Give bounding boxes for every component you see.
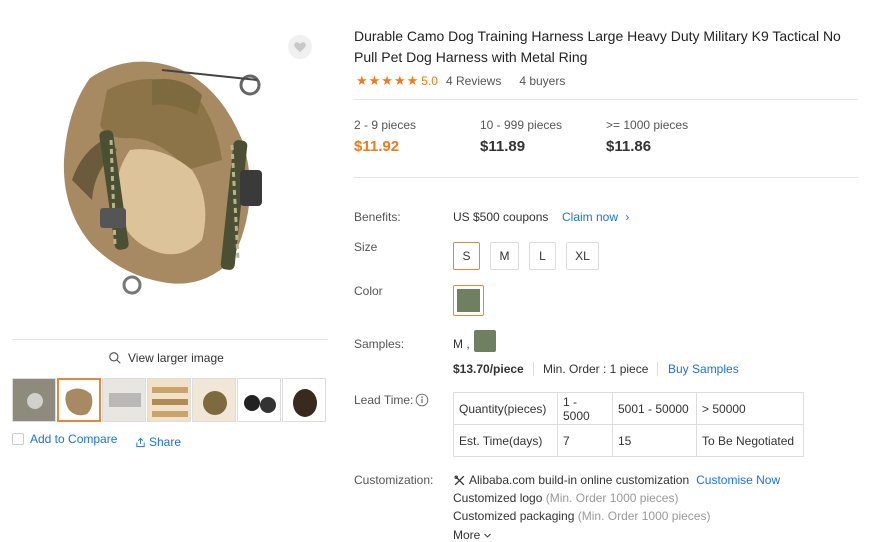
separator xyxy=(657,362,658,376)
more-label: More xyxy=(453,528,481,542)
thumbnail-strip xyxy=(12,378,326,422)
rating-row: ★★★★★ 5.0 4 Reviews 4 buyers xyxy=(356,73,565,89)
lead-time-label-wrap: Lead Time: xyxy=(354,393,429,407)
share-button[interactable]: Share xyxy=(135,435,181,449)
claim-now-link[interactable]: Claim now › xyxy=(562,210,629,224)
add-to-compare[interactable]: Add to Compare xyxy=(12,432,117,446)
thumbnail-5[interactable] xyxy=(192,378,236,422)
reviews-link[interactable]: 4 Reviews xyxy=(446,74,501,88)
online-customization-text: Alibaba.com build-in online customizatio… xyxy=(469,473,690,487)
color-swatch xyxy=(457,289,480,312)
chevron-right-icon: › xyxy=(625,210,630,224)
thumbnail-6[interactable] xyxy=(237,378,281,422)
table-row: Est. Time(days) 7 15 To Be Negotiated xyxy=(453,424,804,457)
rating-value: 5.0 xyxy=(421,74,438,88)
table-cell: 7 xyxy=(557,424,613,457)
share-label: Share xyxy=(149,435,182,449)
sample-selection: M , xyxy=(453,337,470,351)
color-label: Color xyxy=(354,284,383,298)
product-title: Durable Camo Dog Training Harness Large … xyxy=(354,28,841,65)
price-tier-range: >= 1000 pieces xyxy=(606,118,689,132)
color-option-green[interactable] xyxy=(453,285,484,316)
claim-now-label: Claim now xyxy=(562,210,619,224)
view-larger-label: View larger image xyxy=(128,351,224,365)
magnifier-icon xyxy=(109,352,121,364)
thumbnail-2[interactable] xyxy=(57,378,101,422)
table-cell: 15 xyxy=(612,424,697,457)
online-customization-row: Alibaba.com build-in online customizatio… xyxy=(453,473,780,487)
lead-time-table: Quantity(pieces) 1 - 5000 5001 - 50000 >… xyxy=(453,392,804,457)
customized-logo-min: (Min. Order 1000 pieces) xyxy=(545,491,679,505)
sample-price: $13.70/piece xyxy=(453,362,524,376)
size-option-s[interactable]: S xyxy=(453,242,480,270)
buyers-count: 4 buyers xyxy=(519,74,566,88)
table-cell: 1 - 5000 xyxy=(557,392,613,425)
price-tier-price: $11.92 xyxy=(354,138,400,155)
table-cell: Quantity(pieces) xyxy=(453,392,558,425)
price-tier-range: 2 - 9 pieces xyxy=(354,118,417,132)
thumbnail-7[interactable] xyxy=(282,378,326,422)
view-larger-image-link[interactable]: View larger image xyxy=(108,351,224,365)
customized-logo-text: Customized logo xyxy=(453,491,543,505)
thumbnail-4[interactable] xyxy=(147,378,191,422)
heart-icon xyxy=(294,42,306,53)
table-cell: Est. Time(days) xyxy=(453,424,558,457)
customized-packaging-text: Customized packaging xyxy=(453,509,575,523)
thumbnail-1[interactable] xyxy=(12,378,56,422)
table-cell: To Be Negotiated xyxy=(696,424,804,457)
table-row: Quantity(pieces) 1 - 5000 5001 - 50000 >… xyxy=(453,392,804,425)
favorite-heart-button[interactable] xyxy=(288,35,312,59)
main-product-image[interactable] xyxy=(12,20,328,340)
size-label: Size xyxy=(354,240,378,254)
table-cell: > 50000 xyxy=(696,392,804,425)
star-rating-icon: ★★★★★ xyxy=(356,73,420,88)
sample-color-swatch xyxy=(474,330,496,352)
price-tier-range: 10 - 999 pieces xyxy=(480,118,563,132)
samples-label: Samples: xyxy=(354,337,405,351)
compare-checkbox[interactable] xyxy=(12,433,24,445)
divider xyxy=(354,99,858,100)
benefits-label: Benefits: xyxy=(354,210,401,224)
compare-label: Add to Compare xyxy=(30,432,118,446)
separator xyxy=(533,362,534,376)
buy-samples-link[interactable]: Buy Samples xyxy=(668,362,739,376)
share-icon xyxy=(136,437,145,447)
lead-time-label: Lead Time: xyxy=(354,393,414,407)
price-tier-price: $11.86 xyxy=(606,138,652,155)
size-option-xl[interactable]: XL xyxy=(566,242,599,270)
customize-tools-icon xyxy=(454,474,465,485)
divider xyxy=(354,177,858,178)
more-button[interactable]: More xyxy=(453,528,492,542)
customized-logo-row: Customized logo (Min. Order 1000 pieces) xyxy=(453,491,678,505)
customization-label: Customization: xyxy=(354,473,434,487)
chevron-down-icon xyxy=(484,533,492,538)
video-play-icon xyxy=(27,393,43,409)
price-tier-3: >= 1000 pieces $11.86 xyxy=(606,118,688,155)
price-tier-2: 10 - 999 pieces $11.89 xyxy=(480,118,562,155)
price-tier-1: 2 - 9 pieces $11.92 xyxy=(354,118,416,155)
coupon-text: US $500 coupons xyxy=(453,210,549,224)
customized-packaging-min: (Min. Order 1000 pieces) xyxy=(577,509,711,523)
table-cell: 5001 - 50000 xyxy=(612,392,697,425)
info-icon[interactable] xyxy=(415,393,429,407)
size-option-m[interactable]: M xyxy=(490,242,519,270)
sample-min-order: Min. Order : 1 piece xyxy=(543,362,649,376)
thumbnail-3[interactable] xyxy=(102,378,146,422)
customized-packaging-row: Customized packaging (Min. Order 1000 pi… xyxy=(453,509,710,523)
size-option-l[interactable]: L xyxy=(529,242,556,270)
price-tier-price: $11.89 xyxy=(480,138,526,155)
customise-now-link[interactable]: Customise Now xyxy=(696,473,780,487)
